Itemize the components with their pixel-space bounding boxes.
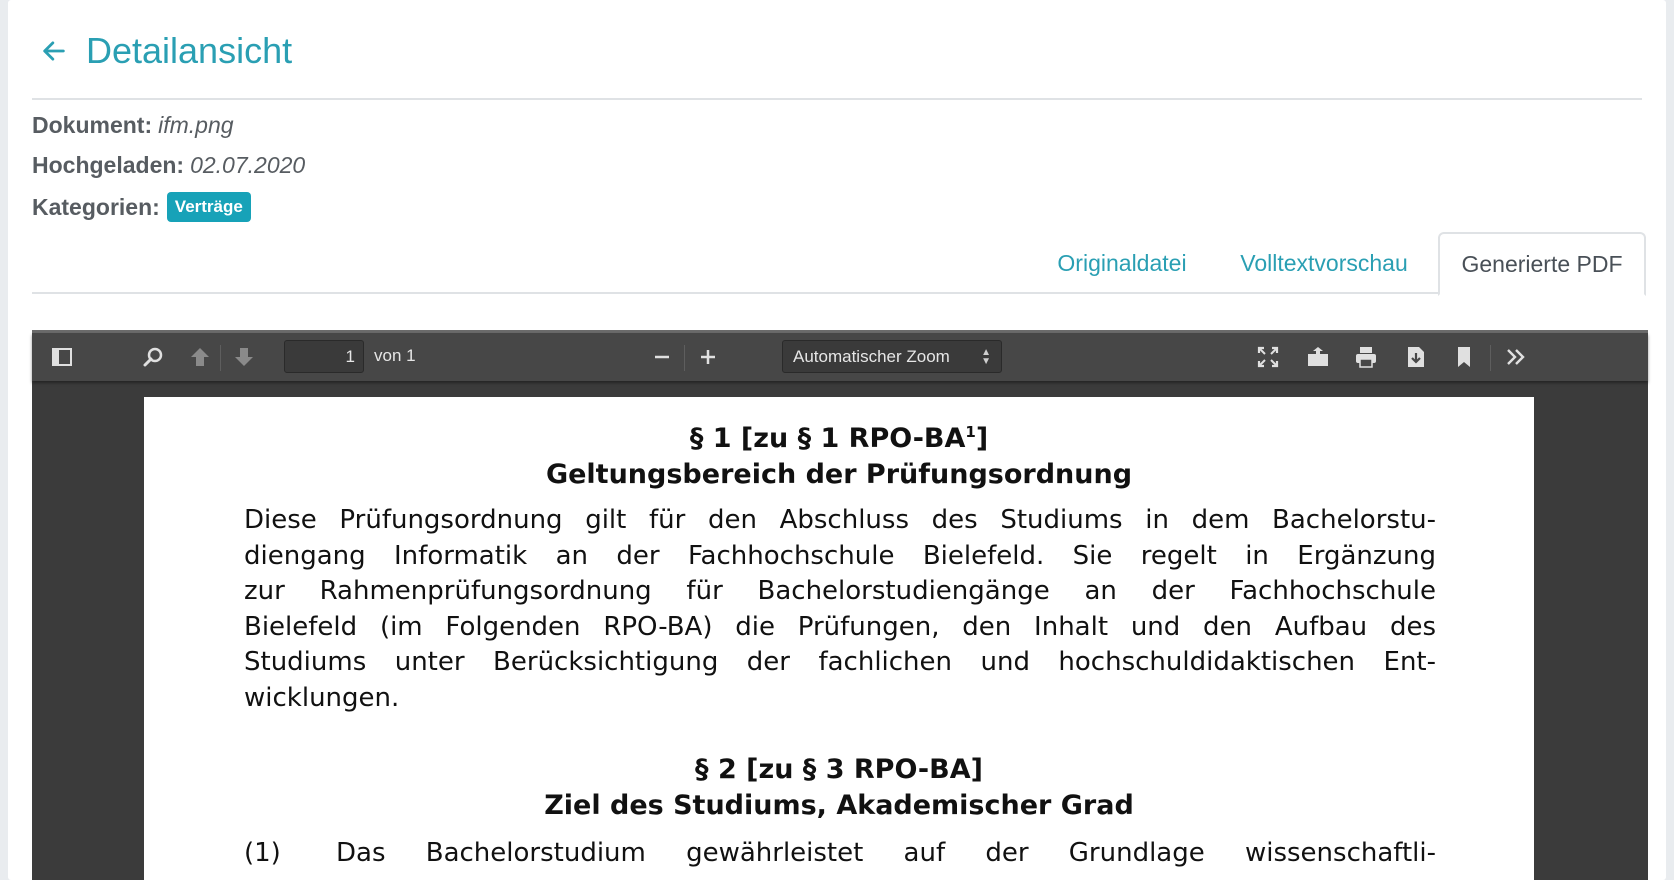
page-header: Detailansicht [40, 30, 292, 72]
text-line: Bielefeld (im Folgenden RPO-BA) die Prüf… [244, 611, 1436, 642]
uploaded-label: Hochgeladen: [32, 152, 185, 178]
document-label: Dokument: [32, 112, 153, 138]
section-1-paragraph: Diese Prüfungsordnung gilt für den Absch… [244, 505, 1436, 718]
page-count: von 1 [374, 346, 416, 365]
next-page-icon[interactable] [232, 345, 256, 369]
tab-generierte-pdf[interactable]: Generierte PDF [1438, 232, 1646, 296]
text-line: Diese Prüfungsordnung gilt für den Absch… [244, 505, 1436, 535]
footnote-marker: 1 [965, 423, 976, 441]
pdf-page: § 1 [zu § 1 RPO-BA1] Geltungsbereich der… [144, 397, 1534, 880]
paragraph-text: Das Bachelorstudium gewährleistet auf de… [336, 838, 1436, 868]
category-badge[interactable]: Verträge [166, 192, 251, 222]
section-2-paragraph: (1) Das Bachelorstudium gewährleistet au… [244, 838, 1436, 868]
page-title: Detailansicht [86, 30, 293, 71]
text-line: zur Rahmenprüfungsordnung für Bachelorst… [244, 576, 1436, 606]
section-2-subtitle: Ziel des Studiums, Akademischer Grad [544, 790, 1134, 821]
section-2-heading: § 2 [zu § 3 RPO-BA] [695, 754, 983, 785]
tab-originaldatei[interactable]: Originaldatei [1047, 232, 1197, 294]
uploaded-row: Hochgeladen: 02.07.2020 [32, 152, 305, 179]
zoom-out-icon[interactable] [650, 345, 674, 369]
text-line: Studiums unter Berücksichtigung der fach… [244, 647, 1436, 677]
zoom-in-icon[interactable] [696, 345, 720, 369]
print-icon[interactable] [1354, 345, 1378, 369]
pdf-toolbar: 1 von 1 Automatischer Zoom ▲ ▼ [32, 333, 1648, 381]
tab-volltextvorschau[interactable]: Volltextvorschau [1234, 232, 1414, 294]
detail-card: Detailansicht Dokument: ifm.png Hochgelad… [8, 0, 1666, 880]
header-divider [32, 98, 1642, 100]
document-value: ifm.png [158, 112, 234, 138]
page-number-input[interactable]: 1 [284, 340, 364, 373]
arrow-left-icon[interactable] [40, 37, 68, 65]
document-row: Dokument: ifm.png [32, 112, 234, 139]
view-tabs: Originaldatei Volltextvorschau Generiert… [32, 232, 1646, 296]
bookmark-icon[interactable] [1452, 345, 1476, 369]
paragraph-number: (1) [244, 838, 281, 868]
sidebar-toggle-icon[interactable] [50, 345, 74, 369]
zoom-select[interactable]: Automatischer Zoom ▲ ▼ [782, 340, 1002, 373]
toolbar-separator [220, 345, 221, 371]
open-file-icon[interactable] [1306, 345, 1330, 369]
search-icon[interactable] [142, 345, 166, 369]
pdf-viewer: 1 von 1 Automatischer Zoom ▲ ▼ § 1 [zu §… [32, 330, 1648, 880]
previous-page-icon[interactable] [188, 345, 212, 369]
categories-row: Kategorien: Verträge [32, 192, 251, 222]
download-icon[interactable] [1404, 345, 1428, 369]
text-line: wicklungen. [244, 682, 400, 713]
zoom-value: Automatischer Zoom [793, 347, 950, 366]
section-1-heading: § 1 [zu § 1 RPO-BA1] [689, 423, 989, 454]
toolbar-separator [684, 345, 685, 371]
select-caret-icon: ▲ ▼ [981, 347, 991, 367]
tools-icon[interactable] [1504, 345, 1528, 369]
text-line: diengang Informatik an der Fachhochschul… [244, 540, 1436, 571]
presentation-mode-icon[interactable] [1256, 345, 1280, 369]
section-1-subtitle: Geltungsbereich der Prüfungsordnung [545, 459, 1133, 490]
categories-label: Kategorien: [32, 193, 160, 220]
toolbar-separator [1490, 345, 1491, 371]
uploaded-value: 02.07.2020 [190, 152, 306, 178]
